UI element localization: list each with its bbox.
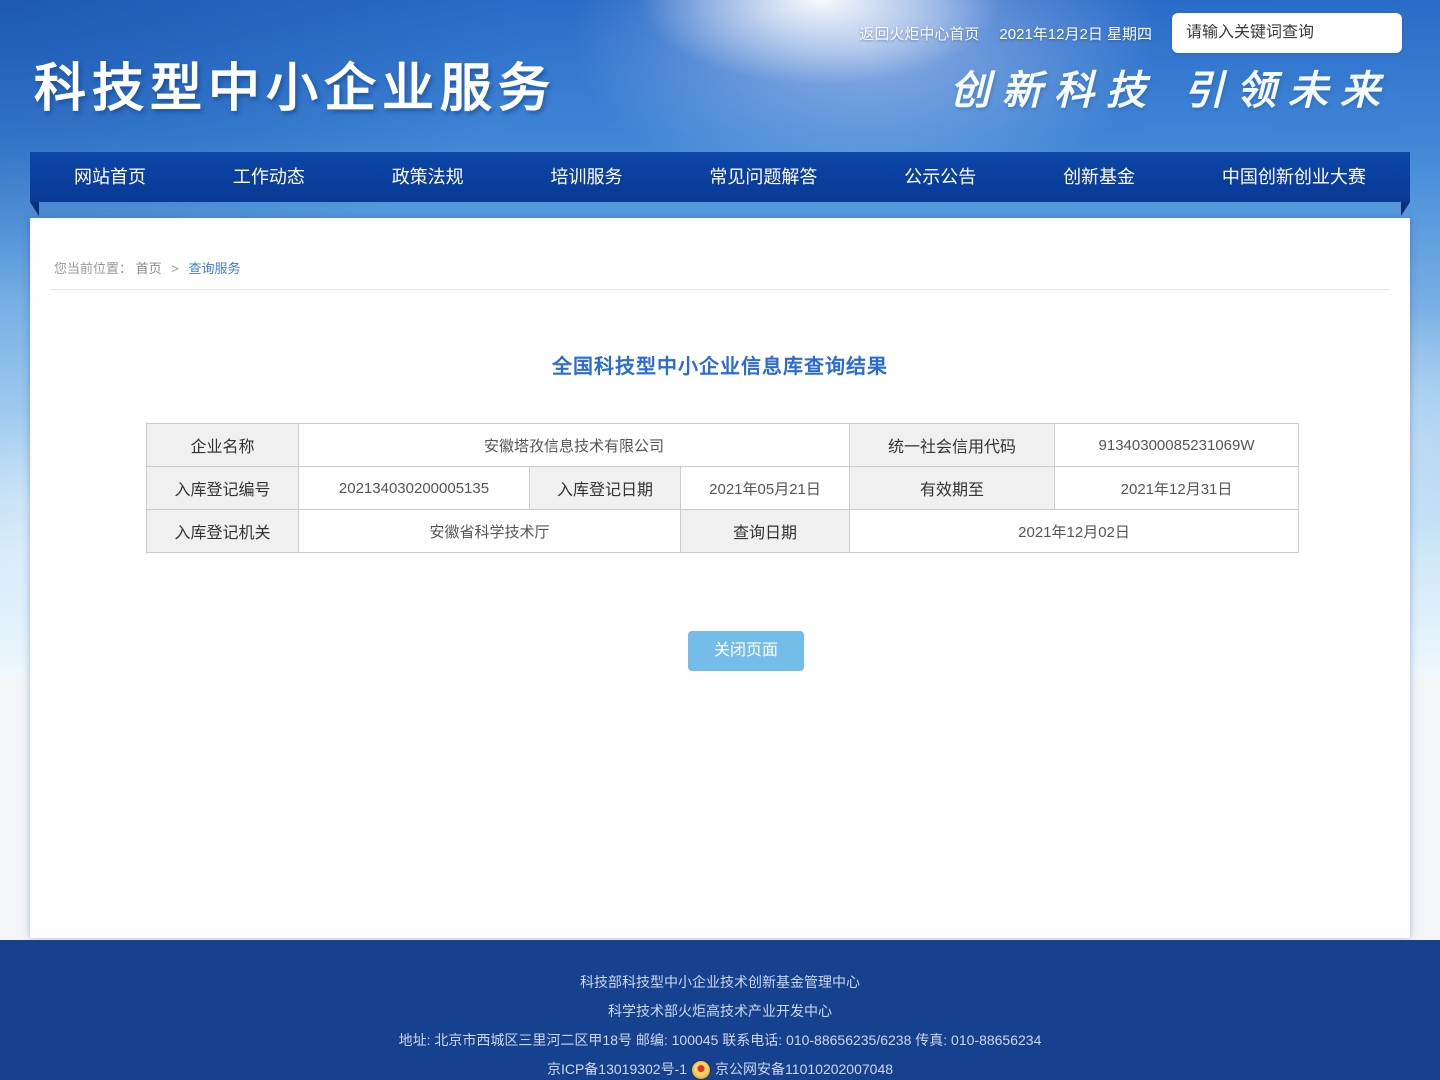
registration-date-label: 入库登记日期: [530, 467, 681, 510]
nav-fold-left: [30, 202, 39, 216]
breadcrumb-separator: >: [171, 261, 179, 276]
company-name-label: 企业名称: [147, 424, 299, 467]
nav-item-faq[interactable]: 常见问题解答: [701, 152, 825, 202]
main-navigation: 网站首页 工作动态 政策法规 培训服务 常见问题解答 公示公告 创新基金 中国创…: [30, 152, 1410, 202]
nav-item-home[interactable]: 网站首页: [66, 152, 154, 202]
icp-record-link[interactable]: 京ICP备13019302号-1: [547, 1055, 687, 1080]
valid-until-value: 2021年12月31日: [1055, 467, 1299, 510]
registration-authority-value: 安徽省科学技术厅: [299, 510, 681, 553]
registration-number-value: 202134030200005135: [299, 467, 530, 510]
page-title: 全国科技型中小企业信息库查询结果: [30, 350, 1410, 379]
credit-code-label: 统一社会信用代码: [850, 424, 1055, 467]
registration-date-value: 2021年05月21日: [681, 467, 850, 510]
table-row: 入库登记编号 202134030200005135 入库登记日期 2021年05…: [147, 467, 1299, 510]
breadcrumb: 您当前位置： 首页 > 查询服务: [50, 218, 1390, 290]
nav-fold-right: [1401, 202, 1410, 216]
nav-item-innovation-fund[interactable]: 创新基金: [1055, 152, 1143, 202]
valid-until-label: 有效期至: [850, 467, 1055, 510]
query-date-value: 2021年12月02日: [850, 510, 1299, 553]
top-utility-bar: 返回火炬中心首页 2021年12月2日 星期四: [859, 13, 1402, 53]
footer-org-line2: 科学技术部火炬高技术产业开发中心: [0, 997, 1440, 1026]
breadcrumb-home-link[interactable]: 首页: [136, 261, 162, 276]
site-logo: 科技型中小企业服务: [34, 46, 556, 121]
slogan-part2: 引领未来: [1184, 68, 1392, 113]
nav-item-work-news[interactable]: 工作动态: [225, 152, 313, 202]
search-box[interactable]: [1172, 13, 1402, 53]
police-badge-icon: [692, 1061, 710, 1079]
page-footer: 科技部科技型中小企业技术创新基金管理中心 科学技术部火炬高技术产业开发中心 地址…: [0, 940, 1440, 1080]
company-name-value: 安徽塔孜信息技术有限公司: [299, 424, 850, 467]
nav-item-policies[interactable]: 政策法规: [384, 152, 472, 202]
footer-contact-line: 地址: 北京市西城区三里河二区甲18号 邮编: 100045 联系电话: 010…: [0, 1026, 1440, 1055]
breadcrumb-label: 您当前位置：: [54, 261, 132, 276]
table-row: 入库登记机关 安徽省科学技术厅 查询日期 2021年12月02日: [147, 510, 1299, 553]
breadcrumb-current-link[interactable]: 查询服务: [189, 261, 241, 276]
content-panel: 您当前位置： 首页 > 查询服务 全国科技型中小企业信息库查询结果 企业名称 安…: [30, 218, 1410, 938]
site-slogan: 创新科技引领未来: [950, 58, 1392, 116]
current-date: 2021年12月2日 星期四: [999, 23, 1152, 44]
nav-item-innovation-contest[interactable]: 中国创新创业大赛: [1214, 152, 1374, 202]
close-page-button[interactable]: 关闭页面: [688, 631, 804, 671]
search-input[interactable]: [1186, 24, 1393, 42]
footer-registration-line: 京ICP备13019302号-1 京公网安备11010202007048: [0, 1055, 1440, 1080]
credit-code-value: 91340300085231069W: [1055, 424, 1299, 467]
registration-number-label: 入库登记编号: [147, 467, 299, 510]
police-record-link[interactable]: 京公网安备11010202007048: [715, 1055, 893, 1080]
nav-item-training[interactable]: 培训服务: [543, 152, 631, 202]
table-row: 企业名称 安徽塔孜信息技术有限公司 统一社会信用代码 9134030008523…: [147, 424, 1299, 467]
registration-authority-label: 入库登记机关: [147, 510, 299, 553]
nav-item-announcements[interactable]: 公示公告: [896, 152, 984, 202]
query-date-label: 查询日期: [681, 510, 850, 553]
footer-org-line1: 科技部科技型中小企业技术创新基金管理中心: [0, 968, 1440, 997]
torch-center-home-link[interactable]: 返回火炬中心首页: [859, 23, 979, 44]
query-result-table: 企业名称 安徽塔孜信息技术有限公司 统一社会信用代码 9134030008523…: [146, 423, 1299, 553]
slogan-part1: 创新科技: [950, 68, 1158, 113]
button-row: 关闭页面: [56, 631, 1436, 671]
